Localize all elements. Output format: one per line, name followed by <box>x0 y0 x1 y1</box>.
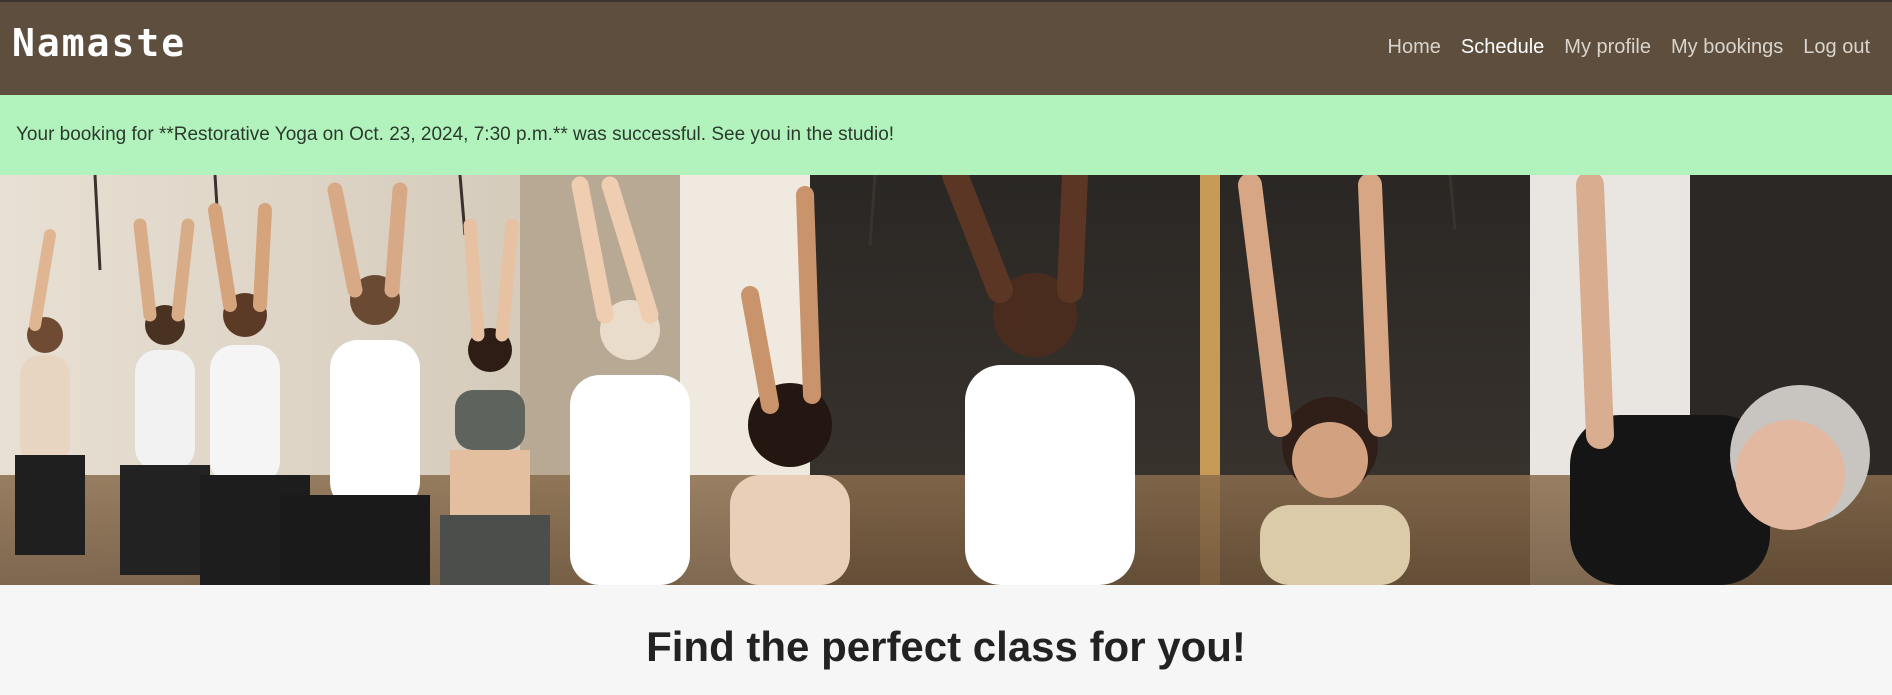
page-title: Find the perfect class for you! <box>646 623 1246 670</box>
booking-success-alert: Your booking for **Restorative Yoga on O… <box>0 95 1892 175</box>
nav-link-my-profile[interactable]: My profile <box>1564 36 1651 58</box>
nav-link-home[interactable]: Home <box>1388 36 1441 58</box>
nav-menu: Home Schedule My profile My bookings Log… <box>1388 36 1870 59</box>
yoga-class-illustration <box>0 175 1892 585</box>
navbar: Namaste Home Schedule My profile My book… <box>0 0 1892 95</box>
nav-item-log-out: Log out <box>1803 36 1870 59</box>
hero-image <box>0 175 1892 585</box>
brand-logo[interactable]: Namaste <box>12 24 186 62</box>
main-section: Find the perfect class for you! <box>0 585 1892 695</box>
nav-item-home: Home <box>1388 36 1441 59</box>
nav-link-log-out[interactable]: Log out <box>1803 36 1870 58</box>
nav-link-my-bookings[interactable]: My bookings <box>1671 36 1783 58</box>
nav-item-schedule: Schedule <box>1461 36 1544 59</box>
nav-link-schedule[interactable]: Schedule <box>1461 36 1544 58</box>
nav-item-my-profile: My profile <box>1564 36 1651 59</box>
nav-item-my-bookings: My bookings <box>1671 36 1783 59</box>
alert-message: Your booking for **Restorative Yoga on O… <box>16 124 895 145</box>
